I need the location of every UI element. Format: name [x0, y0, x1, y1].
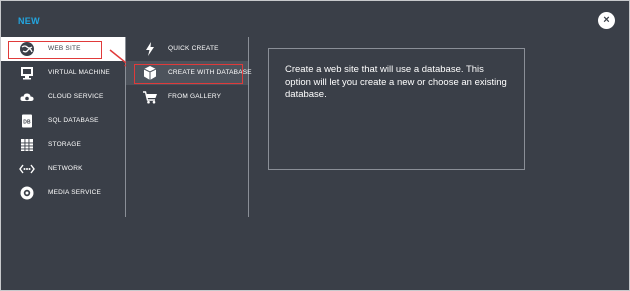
cart-icon [143, 91, 157, 104]
nav-item-sql-database[interactable]: DB SQL DATABASE [1, 109, 125, 133]
close-icon: × [603, 14, 610, 26]
nav-item-storage[interactable]: STORAGE [1, 133, 125, 157]
monitor-icon [21, 67, 33, 80]
nav-item-network[interactable]: NETWORK [1, 157, 125, 181]
nav-item-label: VIRTUAL MACHINE [48, 69, 110, 76]
new-dialog: NEW × WEB SITE VIRTUAL MACHINE CLOUD SER… [0, 0, 630, 291]
create-with-database-highlight [134, 64, 243, 84]
nav-item-label: MEDIA SERVICE [48, 189, 102, 196]
nav-item-label: SQL DATABASE [48, 117, 99, 124]
nav-item-label: CLOUD SERVICE [48, 93, 104, 100]
cloud-gear-icon [20, 93, 34, 101]
svg-text:DB: DB [23, 120, 31, 126]
option-from-gallery[interactable]: FROM GALLERY [126, 85, 248, 109]
web-site-highlight [8, 41, 102, 59]
network-icon [19, 164, 35, 174]
lightning-icon [146, 42, 154, 56]
option-label: QUICK CREATE [168, 45, 219, 52]
database-icon: DB [22, 114, 32, 128]
nav-item-cloud-service[interactable]: CLOUD SERVICE [1, 85, 125, 109]
nav-item-media-service[interactable]: MEDIA SERVICE [1, 181, 125, 205]
description-panel: Create a web site that will use a databa… [268, 48, 525, 170]
option-label: FROM GALLERY [168, 93, 222, 100]
nav-item-virtual-machine[interactable]: VIRTUAL MACHINE [1, 61, 125, 85]
option-quick-create[interactable]: QUICK CREATE [126, 37, 248, 61]
nav-item-label: NETWORK [48, 165, 83, 172]
description-text: Create a web site that will use a databa… [285, 64, 507, 100]
dialog-title: NEW [18, 16, 40, 26]
media-gear-icon [20, 186, 34, 200]
close-button[interactable]: × [598, 12, 615, 29]
nav-item-label: STORAGE [48, 141, 82, 148]
storage-icon [21, 139, 33, 151]
